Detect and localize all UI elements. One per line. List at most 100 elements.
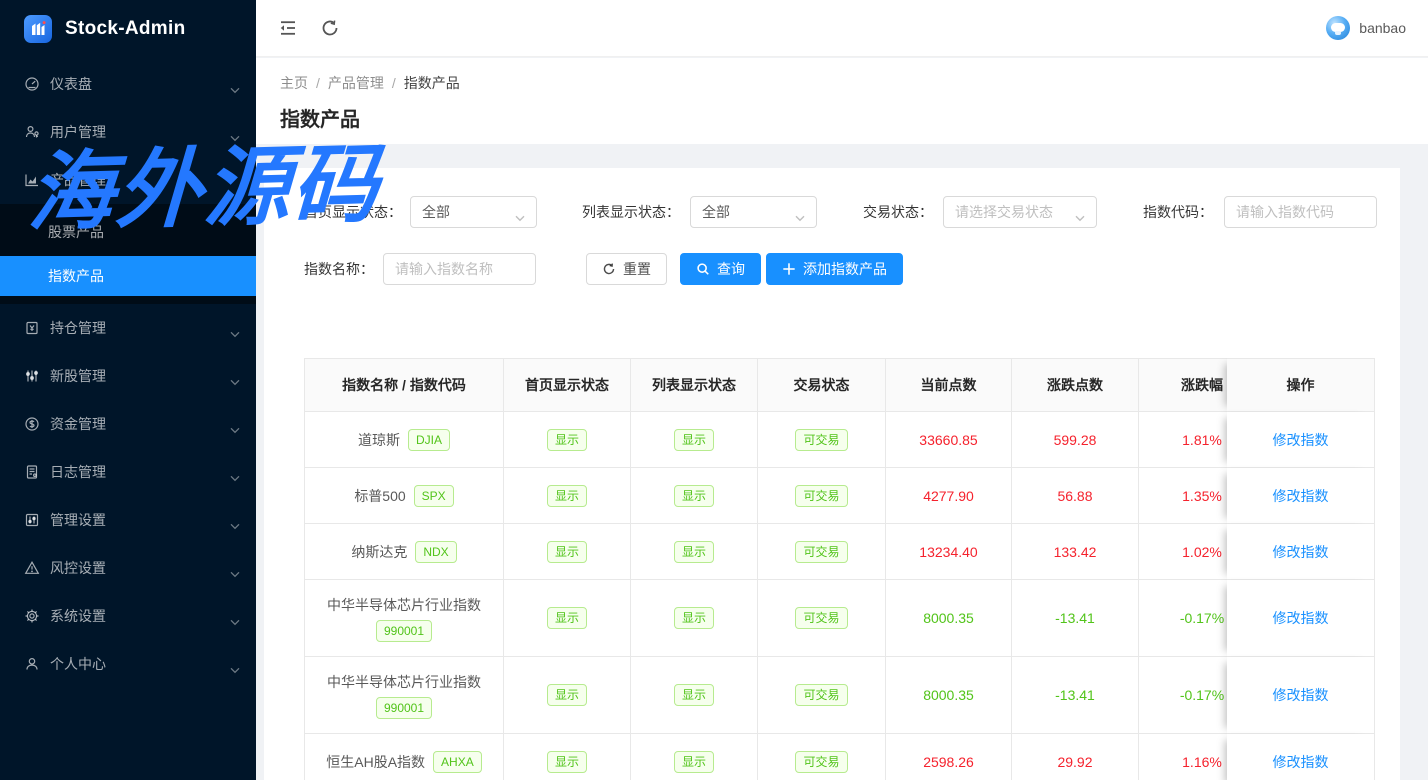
list-display-tag: 显示 <box>674 751 714 773</box>
search-button[interactable]: 查询 <box>680 253 761 285</box>
sidebar-item-risk-settings[interactable]: 风控设置 <box>0 544 256 592</box>
sidebar-item-product-management[interactable]: 产品管理 <box>0 156 256 204</box>
index-code-tag: SPX <box>414 485 454 507</box>
breadcrumb-home[interactable]: 主页 <box>280 75 308 91</box>
trade-status-tag: 可交易 <box>795 607 847 629</box>
sliders-icon <box>24 368 40 384</box>
sidebar-item-label: 产品管理 <box>50 170 230 190</box>
reset-button[interactable]: 重置 <box>586 253 667 285</box>
current-points: 4277.90 <box>886 468 1012 524</box>
sidebar-item-position-management[interactable]: 持仓管理 <box>0 304 256 352</box>
current-points: 2598.26 <box>886 734 1012 780</box>
action-cell: 修改指数 <box>1227 734 1375 780</box>
trade-status-select[interactable]: 请选择交易状态 <box>943 196 1097 228</box>
index-name: 恒生AH股A指数 <box>326 752 425 772</box>
trade-status-tag: 可交易 <box>795 485 847 507</box>
list-display-tag: 显示 <box>674 607 714 629</box>
home-display-tag-cell: 显示 <box>504 468 631 524</box>
action-cell: 修改指数 <box>1227 580 1375 657</box>
edit-index-link[interactable]: 修改指数 <box>1273 488 1329 504</box>
sidebar-item-user-management[interactable]: 用户管理 <box>0 108 256 156</box>
sidebar-item-label: 系统设置 <box>50 606 230 626</box>
edit-index-link[interactable]: 修改指数 <box>1273 610 1329 626</box>
change-points: -13.41 <box>1012 657 1139 734</box>
position-icon <box>24 320 40 336</box>
index-code-field[interactable] <box>1224 196 1377 228</box>
trade-status-label: 交易状态： <box>863 196 933 228</box>
app-logo[interactable]: Stock-Admin <box>0 0 256 58</box>
user-manage-icon <box>24 124 40 140</box>
breadcrumb: 主页/产品管理/指数产品 <box>280 73 1404 93</box>
column-header: 操作 <box>1227 358 1375 412</box>
breadcrumb-current: 指数产品 <box>404 75 460 91</box>
column-header: 指数名称 / 指数代码 <box>304 358 504 412</box>
sidebar-item-label: 新股管理 <box>50 366 230 386</box>
list-display-tag: 显示 <box>674 684 714 706</box>
sidebar-item-personal-center[interactable]: 个人中心 <box>0 640 256 688</box>
action-cell: 修改指数 <box>1227 524 1375 580</box>
home-display-tag: 显示 <box>547 607 587 629</box>
current-points: 33660.85 <box>886 412 1012 468</box>
edit-index-link[interactable]: 修改指数 <box>1273 544 1329 560</box>
chevron-down-icon <box>230 81 240 88</box>
list-display-tag: 显示 <box>674 485 714 507</box>
home-display-tag-cell: 显示 <box>504 734 631 780</box>
add-index-product-button[interactable]: 添加指数产品 <box>766 253 903 285</box>
edit-index-link[interactable]: 修改指数 <box>1273 687 1329 703</box>
topbar: banbao <box>256 0 1428 57</box>
home-display-select[interactable]: 全部 <box>410 196 537 228</box>
reload-icon <box>602 262 616 276</box>
column-header: 首页显示状态 <box>504 358 631 412</box>
chevron-down-icon <box>230 661 240 668</box>
column-header: 列表显示状态 <box>631 358 758 412</box>
home-display-tag-cell: 显示 <box>504 580 631 657</box>
sidebar-item-ipo-management[interactable]: 新股管理 <box>0 352 256 400</box>
sidebar-item-label: 资金管理 <box>50 414 230 434</box>
menu-fold-icon[interactable] <box>278 18 298 38</box>
reload-icon[interactable] <box>320 18 340 38</box>
sidebar-subitem-index-products[interactable]: 指数产品 <box>0 256 256 296</box>
chevron-down-icon <box>515 209 525 216</box>
trade-status-tag-cell: 可交易 <box>758 580 886 657</box>
chevron-down-icon <box>230 177 240 184</box>
sidebar-item-label: 个人中心 <box>50 654 230 674</box>
index-name: 道琼斯 <box>358 430 400 450</box>
sidebar-item-system-settings[interactable]: 系统设置 <box>0 592 256 640</box>
table-row: 中华半导体芯片行业指数990001显示显示可交易8000.35-13.41-0.… <box>304 580 1375 657</box>
sidebar-item-label: 管理设置 <box>50 510 230 530</box>
sidebar-item-admin-settings[interactable]: 管理设置 <box>0 496 256 544</box>
sidebar-subitem-stock-products[interactable]: 股票产品 <box>0 212 256 252</box>
list-display-tag-cell: 显示 <box>631 657 758 734</box>
index-name-cell: 纳斯达克NDX <box>304 524 504 580</box>
breadcrumb-product-management[interactable]: 产品管理 <box>328 75 384 91</box>
table-row: 纳斯达克NDX显示显示可交易13234.40133.421.02%修改指数 <box>304 524 1375 580</box>
app-logo-icon <box>24 15 52 43</box>
index-code-label: 指数代码： <box>1143 196 1213 228</box>
table-row: 中华半导体芯片行业指数990001显示显示可交易8000.35-13.41-0.… <box>304 657 1375 734</box>
index-name-cell: 标普500SPX <box>304 468 504 524</box>
page-header: 主页/产品管理/指数产品 指数产品 <box>256 58 1428 144</box>
list-display-tag-cell: 显示 <box>631 524 758 580</box>
index-code-tag: DJIA <box>408 429 450 451</box>
list-display-tag-cell: 显示 <box>631 580 758 657</box>
change-points: -13.41 <box>1012 580 1139 657</box>
edit-index-link[interactable]: 修改指数 <box>1273 432 1329 448</box>
list-display-label: 列表显示状态： <box>582 196 680 228</box>
index-code-tag: 990001 <box>376 697 432 719</box>
sidebar-item-log-management[interactable]: 日志管理 <box>0 448 256 496</box>
sidebar-item-funds-management[interactable]: 资金管理 <box>0 400 256 448</box>
chevron-down-icon <box>230 373 240 380</box>
current-points: 8000.35 <box>886 657 1012 734</box>
app-title: Stock-Admin <box>65 18 185 40</box>
action-cell: 修改指数 <box>1227 657 1375 734</box>
column-header: 涨跌点数 <box>1012 358 1139 412</box>
index-code-tag: NDX <box>415 541 456 563</box>
sidebar-item-dashboard[interactable]: 仪表盘 <box>0 60 256 108</box>
index-name-cell: 中华半导体芯片行业指数990001 <box>304 580 504 657</box>
chevron-down-icon <box>1075 209 1085 216</box>
edit-index-link[interactable]: 修改指数 <box>1273 754 1329 770</box>
index-name-field[interactable] <box>383 253 536 285</box>
dollar-circle-icon <box>24 416 40 432</box>
list-display-select[interactable]: 全部 <box>690 196 817 228</box>
user-menu[interactable]: banbao <box>1326 16 1406 40</box>
